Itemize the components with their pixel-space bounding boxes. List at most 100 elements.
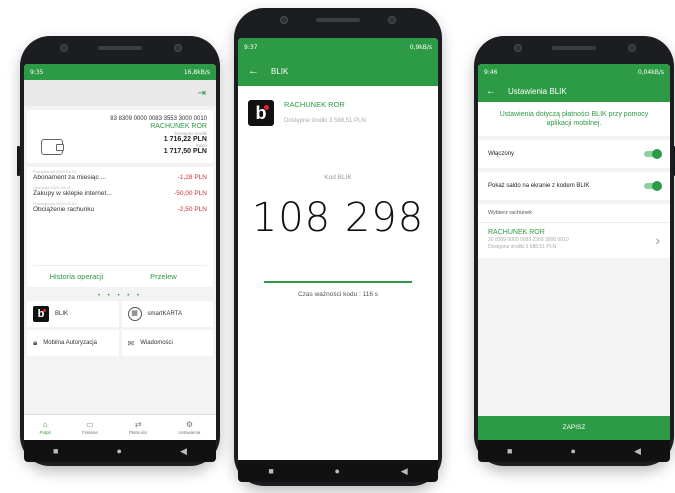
gear-icon: ⚙: [185, 420, 194, 429]
chevron-right-icon: ›: [655, 231, 660, 248]
wallet-icon: [41, 139, 64, 155]
blik-code[interactable]: 108 298: [238, 195, 438, 241]
page-title: BLIK: [271, 66, 289, 76]
balance-value: 1 717,50 PLN: [163, 148, 207, 155]
back-icon[interactable]: ◀: [401, 466, 408, 477]
speaker: [552, 46, 596, 50]
tile-smartkarta[interactable]: ▦ smartKARTA: [121, 301, 213, 327]
transaction-item[interactable]: Powiadomia 2020-03-31 Obciążenie rachunk…: [27, 199, 213, 215]
enabled-toggle[interactable]: [644, 149, 662, 159]
selected-account[interactable]: RACHUNEK ROR 30 8309 0000 0083 2366 3000…: [478, 223, 670, 258]
logout-icon[interactable]: ⇥: [198, 88, 206, 99]
settings-info: Ustawienia dotyczą płatności BLIK przy p…: [478, 102, 670, 136]
history-button[interactable]: Historia operacji: [33, 266, 120, 287]
tile-messages[interactable]: ✉ Wiadomości: [121, 330, 213, 356]
lock-icon: 🔒︎: [33, 338, 38, 347]
transaction-amount: -2,50 PLN: [177, 206, 207, 213]
tab-platnosci[interactable]: ⇄ Płatności: [129, 420, 147, 435]
back-icon[interactable]: ◀: [634, 446, 641, 457]
status-bar: 9:35 16,8kB/s: [24, 64, 216, 80]
wallet-icon: ▭: [86, 420, 94, 429]
sensor: [174, 44, 182, 52]
status-bar: 9:37 0,9kB/s: [238, 38, 438, 56]
back-arrow-icon[interactable]: ←: [486, 86, 496, 97]
home-button-icon[interactable]: ●: [117, 446, 122, 456]
setting-label: Pokaż saldo na ekranie z kodem BLIK: [488, 183, 590, 189]
show-balance-toggle[interactable]: [644, 181, 662, 191]
transaction-title: Zakupy w sklepie internet...: [33, 190, 112, 197]
account-available: Dostępne środki 3 588,51 PLN: [488, 244, 557, 250]
tile-label: Mobilna Autoryzacja: [43, 340, 97, 346]
recents-icon[interactable]: ■: [507, 446, 512, 456]
status-time: 9:35: [30, 68, 44, 76]
transaction-item[interactable]: Powiadomia 2020-03-31 Abonament za miesi…: [27, 167, 213, 183]
transactions-card: Powiadomia 2020-03-31 Abonament za miesi…: [27, 167, 213, 287]
account-name: RACHUNEK ROR: [150, 123, 207, 130]
transfer-icon: ⇄: [134, 420, 142, 429]
envelope-icon: ✉: [127, 338, 135, 348]
home-icon: ⌂: [42, 420, 48, 429]
status-network: 0,04kB/s: [637, 68, 664, 76]
tab-label: Finanse: [81, 430, 98, 435]
tab-ustawienia[interactable]: ⚙ Ustawienia: [178, 420, 200, 435]
tile-label: smartKARTA: [147, 311, 182, 317]
recents-icon[interactable]: ■: [53, 446, 58, 456]
back-icon[interactable]: ◀: [180, 446, 187, 457]
page-indicator: • • • • •: [97, 293, 143, 299]
front-camera: [514, 44, 522, 52]
blik-account: b RACHUNEK ROR Dostępne środki 3 588,51 …: [238, 86, 438, 126]
tab-label: Płatności: [129, 430, 148, 435]
account-name: RACHUNEK ROR: [488, 229, 545, 236]
home-button-icon[interactable]: ●: [571, 446, 576, 456]
speaker: [316, 18, 360, 22]
tile-mobile-auth[interactable]: 🔒︎ Mobilna Autoryzacja: [27, 330, 119, 356]
shortcut-tiles: b BLIK ▦ smartKARTA 🔒︎ Mobilna Autoryzac…: [24, 301, 216, 356]
account-selector: Wybierz rachunek RACHUNEK ROR 30 8309 00…: [478, 204, 670, 258]
select-account-label: Wybierz rachunek: [478, 204, 670, 223]
setting-label: Włączony: [488, 151, 515, 157]
transaction-title: Abonament za miesiąc ...: [33, 174, 106, 181]
recents-icon[interactable]: ■: [268, 466, 273, 476]
screen-dashboard: 9:35 16,8kB/s ⇥ 83 8309 0000 0083 3553 3…: [24, 64, 216, 462]
transfer-button[interactable]: Przelew: [120, 266, 207, 287]
page-title: Ustawienia BLIK: [508, 86, 567, 96]
volume-button: [17, 146, 20, 176]
phone-blik-code: 9:37 0,9kB/s ← BLIK b RACHUNEK ROR Dostę…: [234, 8, 442, 486]
tile-label: Wiadomości: [140, 340, 173, 346]
code-label: Kod BLIK: [324, 174, 352, 181]
validity-progress-bar: [264, 281, 412, 283]
save-button[interactable]: ZAPISZ: [478, 416, 670, 440]
stage: 9:35 16,8kB/s ⇥ 83 8309 0000 0083 3553 3…: [0, 0, 675, 493]
sensor: [628, 44, 636, 52]
status-time: 9:37: [244, 43, 258, 51]
transaction-item[interactable]: Operacja 2020-03-31 Zakupy w sklepie int…: [27, 183, 213, 199]
sensor: [388, 16, 396, 24]
system-nav-bar: ■ ● ◀: [24, 440, 216, 462]
home-button-icon[interactable]: ●: [335, 466, 340, 476]
screen-blik-settings: 9:46 0,04kB/s ← Ustawienia BLIK Ustawien…: [478, 64, 670, 462]
system-nav-bar: ■ ● ◀: [238, 460, 438, 482]
setting-enabled: Włączony: [478, 140, 670, 168]
phone-blik-settings: 9:46 0,04kB/s ← Ustawienia BLIK Ustawien…: [474, 36, 675, 466]
status-time: 9:46: [484, 68, 498, 76]
account-name: RACHUNEK ROR: [284, 100, 345, 109]
tile-label: BLIK: [55, 311, 69, 317]
dashboard-header: ⇥: [24, 80, 216, 106]
account-card[interactable]: 83 8309 0000 0083 3553 3000 0010 RACHUNE…: [27, 110, 213, 163]
app-bar: ← Ustawienia BLIK: [478, 80, 670, 102]
transaction-amount: -50,00 PLN: [174, 190, 207, 197]
status-network: 16,8kB/s: [183, 68, 210, 76]
tab-finanse[interactable]: ▭ Finanse: [82, 420, 98, 435]
tab-label: Ustawienia: [178, 430, 201, 435]
tab-label: Pulpit: [39, 430, 51, 435]
setting-show-balance: Pokaż saldo na ekranie z kodem BLIK: [478, 172, 670, 200]
status-network: 0,9kB/s: [409, 43, 432, 51]
back-arrow-icon[interactable]: ←: [248, 65, 259, 77]
blik-logo-icon: b: [248, 100, 274, 126]
tile-blik[interactable]: b BLIK: [27, 301, 119, 327]
transaction-title: Obciążenie rachunku: [33, 206, 95, 213]
tab-pulpit[interactable]: ⌂ Pulpit: [40, 420, 51, 435]
smartcard-icon: ▦: [127, 307, 142, 321]
blik-body: b RACHUNEK ROR Dostępne środki 3 588,51 …: [238, 86, 438, 460]
phone-dashboard: 9:35 16,8kB/s ⇥ 83 8309 0000 0083 3553 3…: [17, 36, 220, 466]
